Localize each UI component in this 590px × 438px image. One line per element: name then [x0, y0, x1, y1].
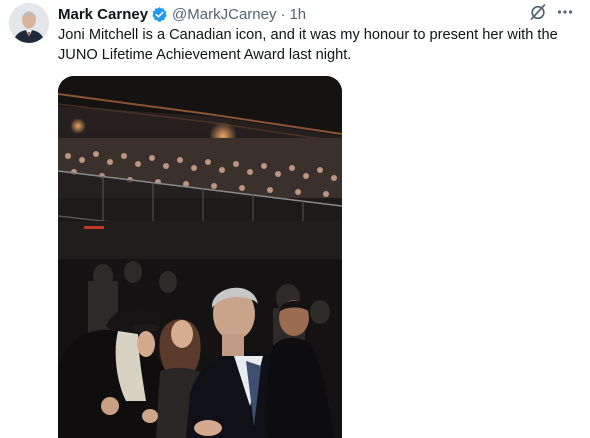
- tweet-header: Mark Carney @MarkJCarney · 1h: [58, 4, 306, 24]
- tweet-card[interactable]: Mark Carney @MarkJCarney · 1h Joni Mitch…: [0, 0, 590, 438]
- avatar[interactable]: [9, 3, 49, 43]
- author-name[interactable]: Mark Carney: [58, 6, 148, 23]
- more-icon[interactable]: [557, 9, 573, 15]
- grok-icon[interactable]: [529, 3, 547, 21]
- verified-badge-icon: [152, 6, 167, 22]
- timestamp[interactable]: 1h: [289, 6, 306, 23]
- avatar-photo: [9, 3, 49, 43]
- separator-dot: ·: [280, 5, 286, 23]
- photo-image: [58, 76, 342, 438]
- tweet-text: Joni Mitchell is a Canadian icon, and it…: [58, 27, 558, 63]
- tweet-photo[interactable]: [58, 76, 342, 438]
- author-handle[interactable]: @MarkJCarney: [172, 6, 276, 23]
